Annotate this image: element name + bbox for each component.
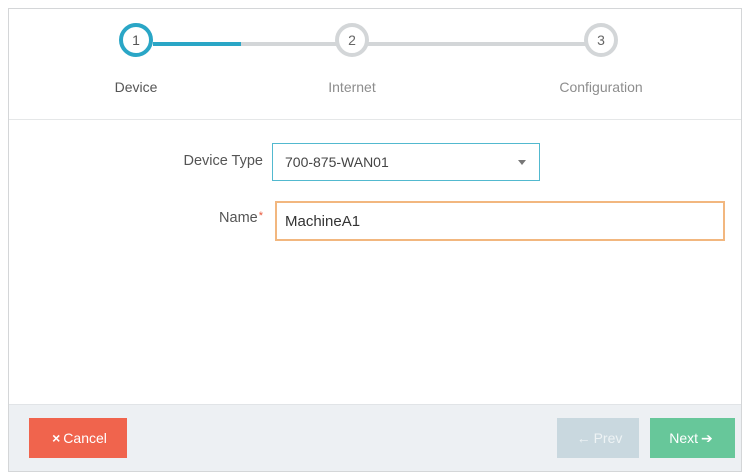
cancel-button[interactable]: × Cancel xyxy=(29,418,127,458)
required-marker: * xyxy=(258,210,263,222)
wizard-stepper: 1 2 3 Device Internet Configuration xyxy=(9,9,741,119)
next-button[interactable]: Next ➔ xyxy=(650,418,735,458)
step-3-circle[interactable]: 3 xyxy=(584,23,618,57)
step-2-label: Internet xyxy=(328,79,376,95)
name-label: Name xyxy=(219,210,258,226)
prev-label: Prev xyxy=(593,430,623,446)
chevron-down-icon xyxy=(518,160,526,165)
arrow-left-icon: ← xyxy=(576,430,591,446)
step-3-label: Configuration xyxy=(559,79,643,95)
step-2-circle[interactable]: 2 xyxy=(335,23,369,57)
progress-track-pending xyxy=(241,42,601,46)
device-type-label: Device Type xyxy=(183,153,263,169)
device-type-select[interactable]: 700-875-WAN01 xyxy=(272,143,540,181)
progress-track-completed xyxy=(153,42,241,46)
wizard-panel: 1 2 3 Device Internet Configuration Devi… xyxy=(8,8,742,472)
next-label: Next xyxy=(669,430,699,446)
wizard-footer: × Cancel ← Prev Next ➔ xyxy=(9,404,741,471)
step-1-label: Device xyxy=(114,79,158,95)
device-type-value: 700-875-WAN01 xyxy=(285,154,389,170)
arrow-right-icon: ➔ xyxy=(701,429,713,446)
name-label-wrapper: Name* xyxy=(113,210,263,226)
close-icon: × xyxy=(52,430,61,446)
cancel-label: Cancel xyxy=(63,430,107,446)
name-input[interactable] xyxy=(275,201,725,241)
stepper-divider xyxy=(9,119,741,120)
step-1-circle[interactable]: 1 xyxy=(119,23,153,57)
prev-button[interactable]: ← Prev xyxy=(557,418,639,458)
